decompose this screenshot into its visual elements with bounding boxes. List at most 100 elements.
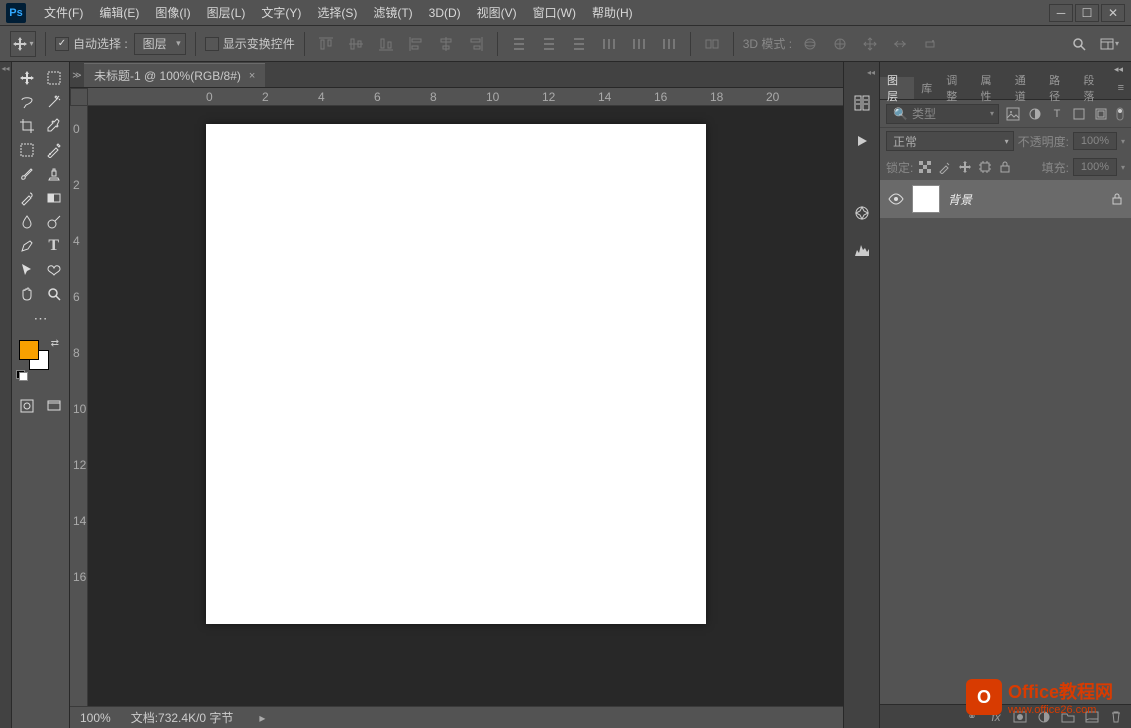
lock-artboard-icon[interactable] <box>977 159 993 175</box>
filter-toggle-switch[interactable] <box>1115 106 1125 122</box>
layer-list[interactable]: 背景 <box>880 180 1131 704</box>
actions-panel-icon[interactable] <box>850 129 874 153</box>
distribute-right-icon[interactable] <box>657 32 681 56</box>
filter-smart-icon[interactable] <box>1093 106 1109 122</box>
frame-tool[interactable] <box>14 138 41 162</box>
blend-mode-dropdown[interactable]: 正常 <box>886 131 1014 151</box>
workspace-switcher-icon[interactable]: ▾ <box>1097 32 1121 56</box>
menu-3d[interactable]: 3D(D) <box>421 0 469 26</box>
distribute-top-icon[interactable] <box>507 32 531 56</box>
canvas[interactable] <box>206 124 706 624</box>
filter-type-icon[interactable]: T <box>1049 106 1065 122</box>
3d-scale-icon[interactable] <box>918 32 942 56</box>
distribute-left-icon[interactable] <box>597 32 621 56</box>
filter-adjustment-icon[interactable] <box>1027 106 1043 122</box>
tab-close-icon[interactable]: × <box>249 70 255 82</box>
filter-image-icon[interactable] <box>1005 106 1021 122</box>
hand-tool[interactable] <box>14 282 41 306</box>
document-status[interactable]: 文档:732.4K/0 字节 <box>131 709 234 726</box>
distribute-horizontal-icon[interactable] <box>627 32 651 56</box>
3d-roll-icon[interactable] <box>828 32 852 56</box>
menu-layer[interactable]: 图层(L) <box>199 0 254 26</box>
menu-image[interactable]: 图像(I) <box>147 0 198 26</box>
align-right-edges-icon[interactable] <box>464 32 488 56</box>
pen-tool[interactable] <box>14 234 41 258</box>
layer-visibility-icon[interactable] <box>888 193 904 205</box>
auto-select-target-dropdown[interactable]: 图层 <box>134 33 186 55</box>
document-tab[interactable]: 未标题-1 @ 100%(RGB/8#) × <box>84 63 265 87</box>
vertical-ruler[interactable]: 0 2 4 6 8 10 12 14 16 <box>70 106 88 706</box>
lock-position-icon[interactable] <box>957 159 973 175</box>
maximize-button[interactable]: ☐ <box>1075 4 1099 22</box>
rectangular-marquee-tool[interactable] <box>41 66 68 90</box>
toolbox-collapse-grip[interactable]: ◂◂ <box>0 62 12 728</box>
history-panel-icon[interactable] <box>850 91 874 115</box>
layer-lock-icon[interactable] <box>1111 192 1123 206</box>
menu-window[interactable]: 窗口(W) <box>525 0 584 26</box>
layer-thumbnail[interactable] <box>912 185 940 213</box>
align-bottom-edges-icon[interactable] <box>374 32 398 56</box>
menu-view[interactable]: 视图(V) <box>469 0 525 26</box>
zoom-tool[interactable] <box>41 282 68 306</box>
auto-select-option[interactable]: ✓ 自动选择 : <box>55 35 128 52</box>
ruler-origin[interactable] <box>70 88 88 106</box>
lock-all-icon[interactable] <box>997 159 1013 175</box>
blur-tool[interactable] <box>14 210 41 234</box>
shape-tool[interactable] <box>41 258 68 282</box>
horizontal-ruler[interactable]: 0 2 4 6 8 10 12 14 16 18 20 <box>88 88 843 106</box>
default-colors-icon[interactable] <box>16 370 28 380</box>
status-menu-icon[interactable]: ▸ <box>259 711 265 725</box>
tool-preset-picker[interactable]: ▾ <box>10 31 36 57</box>
tab-paths[interactable]: 路径 <box>1042 77 1076 99</box>
quick-mask-tool[interactable] <box>14 394 41 418</box>
brush-tool[interactable] <box>14 162 41 186</box>
foreground-color-swatch[interactable] <box>19 340 39 360</box>
tab-adjustments[interactable]: 调整 <box>939 77 973 99</box>
3d-orbit-icon[interactable] <box>798 32 822 56</box>
opacity-field[interactable]: 100% <box>1073 132 1117 150</box>
layer-item-background[interactable]: 背景 <box>880 180 1131 218</box>
distribute-bottom-icon[interactable] <box>567 32 591 56</box>
menu-type[interactable]: 文字(Y) <box>253 0 309 26</box>
spot-healing-brush-tool[interactable] <box>41 138 68 162</box>
screen-mode-tool[interactable] <box>41 394 68 418</box>
distribute-vertical-icon[interactable] <box>537 32 561 56</box>
gradient-tool[interactable] <box>41 186 68 210</box>
3d-slide-icon[interactable] <box>888 32 912 56</box>
align-horizontal-centers-icon[interactable] <box>434 32 458 56</box>
swap-colors-icon[interactable]: ⇄ <box>51 338 59 349</box>
lock-transparency-icon[interactable] <box>917 159 933 175</box>
show-transform-option[interactable]: 显示变换控件 <box>205 35 295 52</box>
show-transform-checkbox[interactable] <box>205 37 219 51</box>
magic-wand-tool[interactable] <box>41 90 68 114</box>
auto-align-icon[interactable] <box>700 32 724 56</box>
tab-paragraph[interactable]: 段落 <box>1076 77 1110 99</box>
lasso-tool[interactable] <box>14 90 41 114</box>
menu-select[interactable]: 选择(S) <box>309 0 365 26</box>
fill-field[interactable]: 100% <box>1073 158 1117 176</box>
tab-scroll-icon[interactable]: ≫ <box>70 63 84 87</box>
search-icon[interactable] <box>1067 32 1091 56</box>
3d-pan-icon[interactable] <box>858 32 882 56</box>
move-tool[interactable] <box>14 66 41 90</box>
type-tool[interactable]: T <box>41 234 68 258</box>
menu-filter[interactable]: 滤镜(T) <box>365 0 420 26</box>
layer-filter-dropdown[interactable]: 🔍 类型 <box>886 104 999 124</box>
eyedropper-tool[interactable] <box>41 114 68 138</box>
clone-stamp-tool[interactable] <box>41 162 68 186</box>
tab-channels[interactable]: 通道 <box>1008 77 1042 99</box>
dodge-tool[interactable] <box>41 210 68 234</box>
edit-toolbar-button[interactable]: ⋯ <box>14 306 67 330</box>
filter-shape-icon[interactable] <box>1071 106 1087 122</box>
menu-file[interactable]: 文件(F) <box>36 0 91 26</box>
panel-menu-icon[interactable]: ≡ <box>1111 77 1131 99</box>
tab-layers[interactable]: 图层 <box>880 77 914 99</box>
tab-library[interactable]: 库 <box>914 77 939 99</box>
zoom-level[interactable]: 100% <box>80 711 111 725</box>
menu-edit[interactable]: 编辑(E) <box>91 0 147 26</box>
lock-pixels-icon[interactable] <box>937 159 953 175</box>
panel-strip-collapse-icon[interactable]: ◂◂ <box>867 68 875 77</box>
canvas-viewport[interactable] <box>88 106 843 706</box>
history-brush-tool[interactable] <box>14 186 41 210</box>
layer-name[interactable]: 背景 <box>948 191 1103 208</box>
